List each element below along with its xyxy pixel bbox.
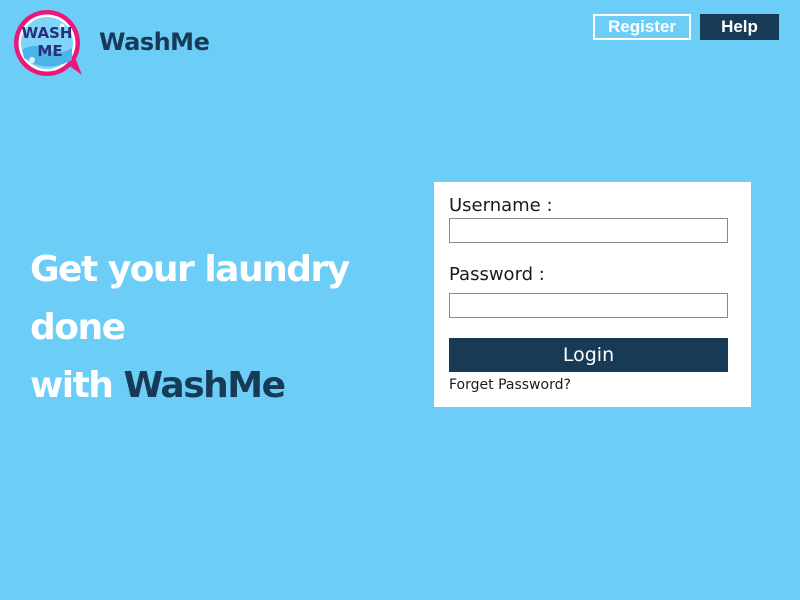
username-label: Username :	[449, 195, 553, 216]
logo-text-me: ME	[37, 42, 62, 60]
hero-headline: Get your laundry done with WashMe	[30, 241, 430, 415]
hero-brand-name: WashMe	[123, 365, 286, 406]
password-label: Password :	[449, 264, 545, 285]
register-button[interactable]: Register	[593, 14, 691, 40]
washme-logo-icon[interactable]: WASH ME	[12, 8, 86, 78]
password-input[interactable]	[449, 293, 728, 318]
hero-line-1: Get your laundry done	[30, 249, 350, 348]
washme-login-page: WASH ME WashMe Register Help Get your la…	[0, 0, 800, 600]
login-button[interactable]: Login	[449, 338, 728, 372]
hero-line-2-prefix: with	[30, 365, 124, 406]
username-input[interactable]	[449, 218, 728, 243]
brand-name: WashMe	[99, 28, 210, 56]
forgot-password-link[interactable]: Forget Password?	[449, 377, 571, 393]
help-button[interactable]: Help	[700, 14, 779, 40]
top-nav: Register Help	[593, 14, 779, 40]
hero-line-2: with WashMe	[30, 357, 430, 415]
logo-text-wash: WASH	[22, 24, 73, 42]
login-card: Username : Password : Login Forget Passw…	[434, 182, 751, 407]
